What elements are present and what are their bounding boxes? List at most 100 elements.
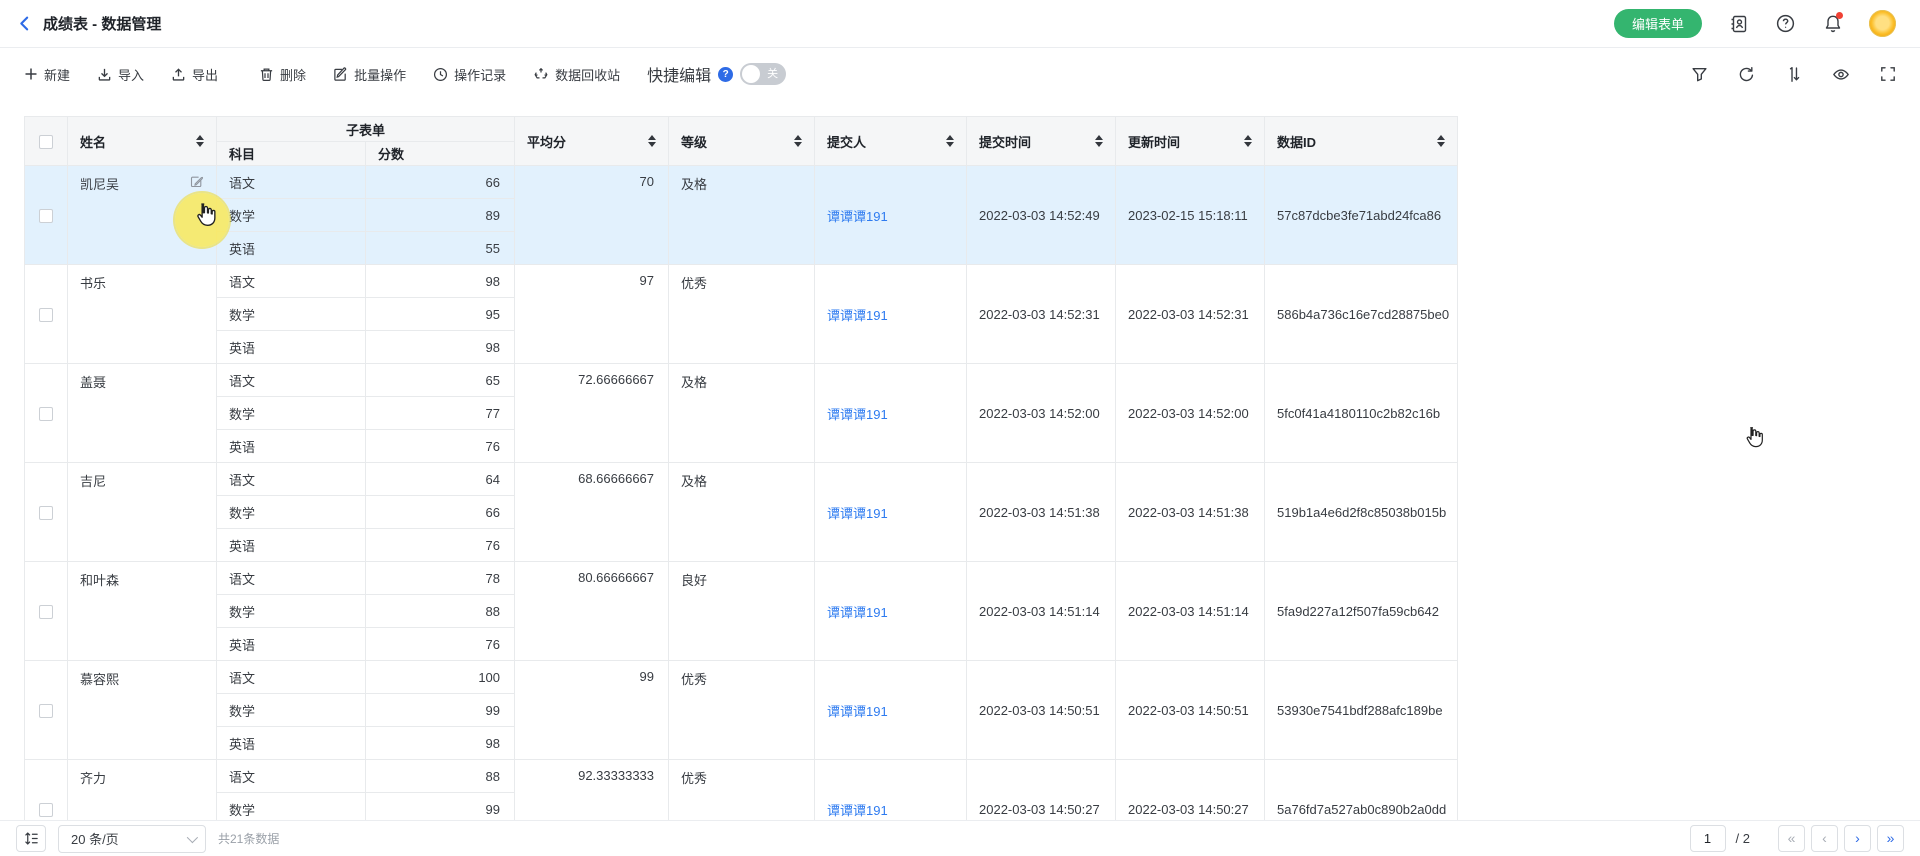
average-cell: 68.66666667 (515, 463, 669, 562)
sort-icon[interactable] (946, 135, 954, 147)
table-row[interactable]: 和叶森语文7880.66666667良好谭谭谭1912022-03-03 14:… (25, 562, 1458, 595)
sort-icon[interactable] (1095, 135, 1103, 147)
name-cell[interactable]: 齐力 (68, 760, 217, 821)
grade-cell: 优秀 (669, 265, 815, 364)
submitter-link[interactable]: 谭谭谭191 (827, 209, 888, 224)
row-checkbox[interactable] (39, 605, 53, 619)
prev-page-button[interactable]: ‹ (1811, 825, 1838, 852)
score-cell: 55 (366, 232, 515, 265)
score-cell: 64 (366, 463, 515, 496)
sort-icon[interactable] (1437, 135, 1445, 147)
row-checkbox[interactable] (39, 308, 53, 322)
row-checkbox[interactable] (39, 506, 53, 520)
submitter-link[interactable]: 谭谭谭191 (827, 803, 888, 818)
submitter-link[interactable]: 谭谭谭191 (827, 506, 888, 521)
col-header-subform-group: 子表单 (217, 117, 515, 142)
score-cell: 76 (366, 628, 515, 661)
col-header-name: 姓名 (68, 117, 217, 166)
submitter-link[interactable]: 谭谭谭191 (827, 308, 888, 323)
average-cell: 70 (515, 166, 669, 265)
table-row[interactable]: 书乐语文9897优秀谭谭谭1912022-03-03 14:52:312022-… (25, 265, 1458, 298)
help-icon[interactable] (1775, 13, 1796, 34)
student-name: 齐力 (80, 768, 106, 787)
subject-cell: 数学 (217, 793, 366, 821)
submitter-link[interactable]: 谭谭谭191 (827, 605, 888, 620)
sort-icon[interactable] (794, 135, 802, 147)
row-select-cell (25, 661, 68, 760)
submit-time-cell: 2022-03-03 14:51:14 (967, 562, 1116, 661)
delete-button[interactable]: 删除 (259, 65, 306, 84)
subject-cell: 语文 (217, 661, 366, 694)
fullscreen-icon[interactable] (1880, 66, 1896, 82)
next-page-button[interactable]: › (1844, 825, 1871, 852)
quick-edit-help-icon[interactable]: ? (718, 67, 733, 82)
batch-edit-icon (333, 67, 348, 82)
subject-cell: 语文 (217, 562, 366, 595)
edit-form-button[interactable]: 编辑表单 (1614, 9, 1702, 38)
submitter-link[interactable]: 谭谭谭191 (827, 704, 888, 719)
table-row[interactable]: 吉尼语文6468.66666667及格谭谭谭1912022-03-03 14:5… (25, 463, 1458, 496)
recycle-bin-button[interactable]: 数据回收站 (533, 65, 620, 84)
row-height-button[interactable] (16, 825, 46, 852)
subject-cell: 英语 (217, 331, 366, 364)
table-row[interactable]: 齐力语文8892.33333333优秀谭谭谭1912022-03-03 14:5… (25, 760, 1458, 793)
student-name: 吉尼 (80, 471, 106, 490)
page-size-value: 20 条/页 (71, 829, 119, 848)
refresh-icon[interactable] (1738, 66, 1755, 83)
table-row[interactable]: 凯尼吴语文6670及格谭谭谭1912022-03-03 14:52:492023… (25, 166, 1458, 199)
page-size-select[interactable]: 20 条/页 (58, 825, 206, 853)
update-time-cell: 2022-03-03 14:50:27 (1116, 760, 1265, 821)
sort-icon[interactable] (648, 135, 656, 147)
last-page-button[interactable]: » (1877, 825, 1904, 852)
score-cell: 89 (366, 199, 515, 232)
data-table-container: 姓名 子表单 平均分 等级 提交人 (24, 116, 1458, 820)
visibility-eye-icon[interactable] (1832, 66, 1850, 83)
new-button[interactable]: 新建 (24, 65, 70, 84)
sort-order-icon[interactable] (1785, 66, 1802, 83)
row-checkbox[interactable] (39, 209, 53, 223)
import-button[interactable]: 导入 (97, 65, 144, 84)
filter-icon[interactable] (1691, 66, 1708, 83)
edit-pencil-icon[interactable] (190, 175, 204, 189)
contacts-icon[interactable] (1728, 13, 1749, 34)
subject-cell: 语文 (217, 760, 366, 793)
score-cell: 65 (366, 364, 515, 397)
row-checkbox[interactable] (39, 407, 53, 421)
back-button[interactable] (16, 15, 33, 32)
batch-operation-button[interactable]: 批量操作 (333, 65, 406, 84)
col-header-grade: 等级 (669, 117, 815, 166)
row-checkbox[interactable] (39, 704, 53, 718)
hand-cursor (192, 201, 219, 233)
chevron-down-icon (187, 831, 198, 842)
table-row[interactable]: 盖聂语文6572.66666667及格谭谭谭1912022-03-03 14:5… (25, 364, 1458, 397)
name-cell[interactable]: 慕容熙 (68, 661, 217, 760)
operation-log-button[interactable]: 操作记录 (433, 65, 506, 84)
notifications-bell-icon[interactable] (1822, 13, 1843, 34)
grade-cell: 及格 (669, 463, 815, 562)
row-select-cell (25, 463, 68, 562)
subject-cell: 英语 (217, 628, 366, 661)
quick-edit-toggle[interactable]: 关 (740, 63, 786, 85)
page-number-input[interactable] (1690, 825, 1726, 852)
submitter-cell: 谭谭谭191 (815, 661, 967, 760)
score-cell: 99 (366, 793, 515, 821)
name-cell[interactable]: 书乐 (68, 265, 217, 364)
export-button[interactable]: 导出 (171, 65, 218, 84)
student-name: 慕容熙 (80, 669, 119, 688)
sort-icon[interactable] (196, 135, 204, 147)
select-all-checkbox[interactable] (39, 135, 53, 149)
trash-icon (259, 67, 274, 82)
select-all-cell (25, 117, 68, 166)
name-cell[interactable]: 和叶森 (68, 562, 217, 661)
table-row[interactable]: 慕容熙语文10099优秀谭谭谭1912022-03-03 14:50:51202… (25, 661, 1458, 694)
score-cell: 95 (366, 298, 515, 331)
chevron-left-icon (16, 15, 33, 32)
name-cell[interactable]: 盖聂 (68, 364, 217, 463)
row-checkbox[interactable] (39, 803, 53, 817)
name-cell[interactable]: 吉尼 (68, 463, 217, 562)
first-page-button[interactable]: « (1778, 825, 1805, 852)
avatar[interactable] (1869, 10, 1896, 37)
subject-cell: 英语 (217, 727, 366, 760)
sort-icon[interactable] (1244, 135, 1252, 147)
submitter-link[interactable]: 谭谭谭191 (827, 407, 888, 422)
